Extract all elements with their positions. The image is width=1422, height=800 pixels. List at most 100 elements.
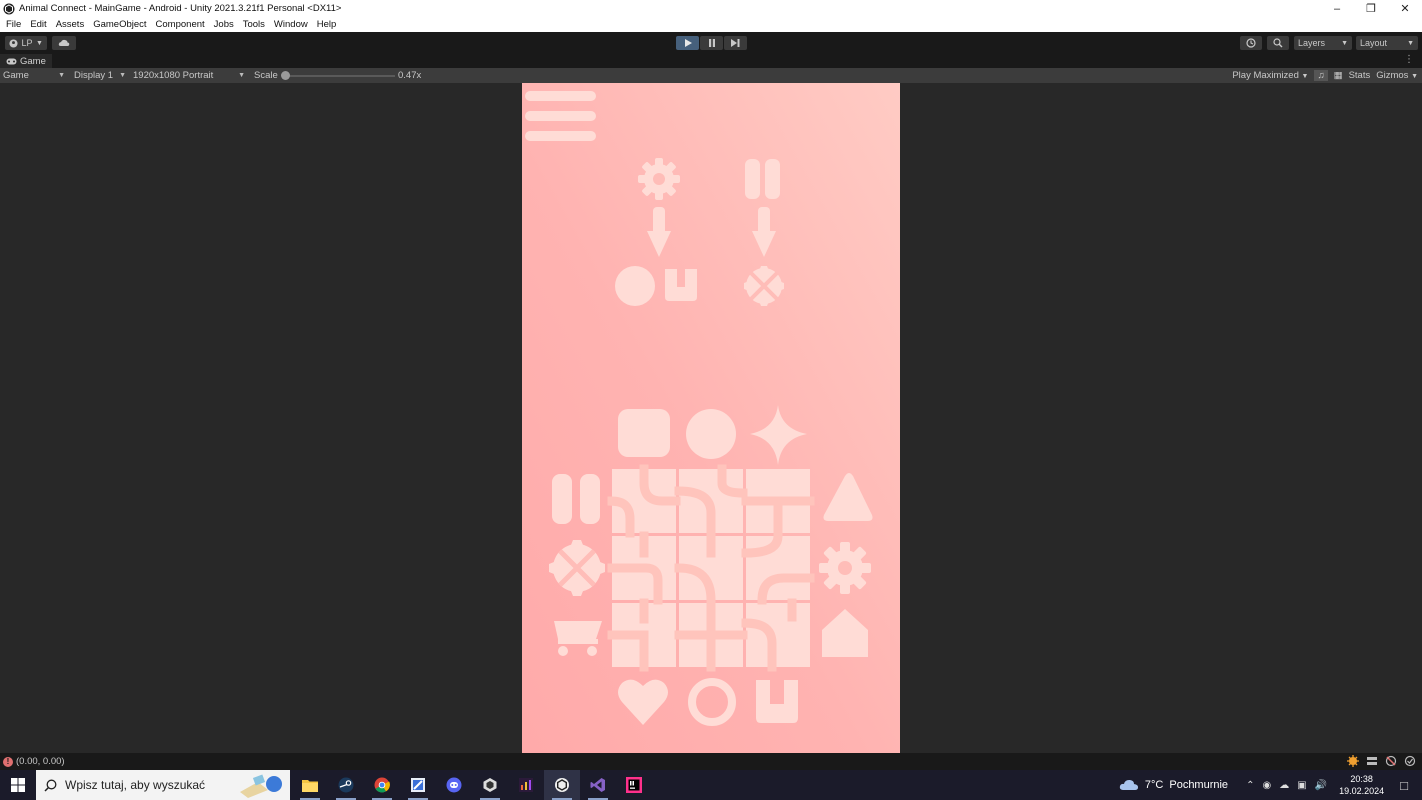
- maximize-button[interactable]: ❐: [1354, 0, 1388, 17]
- mute-audio-icon[interactable]: ♫: [1314, 70, 1328, 81]
- search-placeholder: Wpisz tutaj, aby wyszukać: [65, 778, 206, 792]
- step-icon: [731, 39, 740, 47]
- scale-slider-handle[interactable]: [281, 71, 290, 80]
- play-button[interactable]: [676, 36, 699, 50]
- paint-icon: [411, 778, 425, 792]
- discord-icon: [446, 777, 462, 793]
- chevron-down-icon: ▼: [119, 72, 126, 79]
- gizmos-dropdown[interactable]: Gizmos ▼: [1376, 70, 1418, 81]
- windows-icon: [11, 778, 25, 792]
- tab-game[interactable]: Game: [0, 54, 52, 68]
- debug-mode-icon[interactable]: [1385, 755, 1397, 767]
- arrow-down-icon: [752, 207, 776, 257]
- unity-editor-app[interactable]: [544, 770, 580, 800]
- layers-dropdown[interactable]: Layers ▼: [1294, 36, 1352, 50]
- layers-label: Layers: [1298, 38, 1326, 48]
- menu-component[interactable]: Component: [156, 19, 205, 30]
- cloud-icon: [58, 39, 70, 46]
- paint-app[interactable]: [400, 770, 436, 800]
- tab-game-label: Game: [20, 55, 46, 67]
- scale-value: 0.47x: [398, 70, 422, 81]
- menu-window[interactable]: Window: [274, 19, 308, 30]
- network-icon[interactable]: ▣: [1297, 780, 1306, 791]
- start-button[interactable]: [0, 770, 36, 800]
- status-message[interactable]: (0.00, 0.00): [16, 756, 65, 767]
- pause-icon: [552, 474, 600, 524]
- more-options-icon[interactable]: ⋮: [1404, 54, 1414, 65]
- notifications-icon[interactable]: □: [1400, 778, 1408, 793]
- play-mode-label: Play Maximized: [1232, 70, 1299, 81]
- unity-hub-icon: [483, 778, 497, 792]
- flower-icon: [549, 540, 605, 596]
- compile-status-icon[interactable]: [1404, 755, 1416, 767]
- chevron-down-icon: ▼: [238, 72, 245, 79]
- taskbar-search[interactable]: Wpisz tutaj, aby wyszukać: [36, 770, 290, 800]
- game-screen[interactable]: [522, 83, 900, 753]
- tab-bar: Game ⋮: [0, 54, 1422, 68]
- stats-button[interactable]: Stats: [1349, 70, 1371, 81]
- triangle-icon: [823, 473, 873, 521]
- play-mode-dropdown[interactable]: Play Maximized ▼: [1232, 70, 1308, 81]
- display-dropdown[interactable]: Display 1 ▼: [71, 68, 129, 83]
- minimize-button[interactable]: –: [1320, 0, 1354, 17]
- chevron-down-icon: ▼: [1407, 39, 1414, 47]
- step-button[interactable]: [724, 36, 747, 50]
- scale-label: Scale: [254, 70, 278, 81]
- gamepad-icon: [6, 58, 17, 64]
- weather-widget[interactable]: 7°C Pochmurnie: [1119, 779, 1228, 791]
- chrome-app[interactable]: [364, 770, 400, 800]
- status-bar: ! (0.00, 0.00): [0, 753, 1422, 770]
- gear-icon: [819, 542, 871, 594]
- menu-assets[interactable]: Assets: [56, 19, 85, 30]
- main-toolbar: LP ▼ Layers ▼ Layout ▼: [0, 32, 1422, 54]
- file-explorer-app[interactable]: [292, 770, 328, 800]
- menu-edit[interactable]: Edit: [30, 19, 46, 30]
- discord-app[interactable]: [436, 770, 472, 800]
- error-icon[interactable]: !: [3, 756, 13, 767]
- jetbrains-app[interactable]: [616, 770, 652, 800]
- menu-gameobject[interactable]: GameObject: [93, 19, 146, 30]
- play-controls: [676, 36, 747, 50]
- cloud-sync-icon[interactable]: ☁: [1279, 780, 1289, 791]
- volume-icon[interactable]: 🔊: [1315, 780, 1327, 791]
- keyboard-shortcuts-icon[interactable]: ▦: [1334, 70, 1343, 81]
- clock-time: 20:38: [1350, 774, 1373, 784]
- cache-server-icon[interactable]: [1366, 755, 1378, 767]
- arrow-down-icon: [647, 207, 671, 257]
- visual-studio-app[interactable]: [580, 770, 616, 800]
- game-canvas: [525, 91, 873, 726]
- square-icon: [618, 409, 670, 457]
- menu-tools[interactable]: Tools: [243, 19, 265, 30]
- pause-button[interactable]: [700, 36, 723, 50]
- status-icons: [1347, 755, 1416, 767]
- chevron-down-icon: ▼: [1301, 73, 1309, 80]
- account-dropdown[interactable]: LP ▼: [5, 36, 47, 50]
- steam-app[interactable]: [328, 770, 364, 800]
- heart-icon: [618, 679, 668, 725]
- cloud-button[interactable]: [52, 36, 76, 50]
- system-tray: 7°C Pochmurnie ⌃ ◉ ☁ ▣ 🔊 20:38 19.02.202…: [1119, 770, 1422, 800]
- view-mode-dropdown[interactable]: Game ▼: [0, 68, 68, 83]
- undo-history-button[interactable]: [1240, 36, 1262, 50]
- menu-jobs[interactable]: Jobs: [214, 19, 234, 30]
- close-button[interactable]: ✕: [1388, 0, 1422, 17]
- resolution-dropdown[interactable]: 1920x1080 Portrait ▼: [130, 68, 248, 83]
- layout-dropdown[interactable]: Layout ▼: [1356, 36, 1418, 50]
- folder-icon: [302, 780, 318, 792]
- chevron-up-icon[interactable]: ⌃: [1246, 780, 1254, 791]
- menu-help[interactable]: Help: [317, 19, 337, 30]
- webcam-icon[interactable]: ◉: [1262, 780, 1271, 791]
- search-button[interactable]: [1267, 36, 1289, 50]
- unity-icon: [3, 3, 15, 14]
- scale-slider-track[interactable]: [285, 75, 395, 77]
- clock[interactable]: 20:38 19.02.2024: [1339, 773, 1384, 797]
- game-viewport[interactable]: [0, 83, 1422, 753]
- menu-file[interactable]: File: [6, 19, 21, 30]
- unity-hub-app[interactable]: [472, 770, 508, 800]
- pause-icon: [745, 159, 780, 199]
- weather-temp: 7°C: [1144, 779, 1164, 791]
- taskbar-apps: [292, 770, 652, 800]
- play-icon: [684, 39, 692, 47]
- itch-app[interactable]: [508, 770, 544, 800]
- progress-icon[interactable]: [1347, 755, 1359, 767]
